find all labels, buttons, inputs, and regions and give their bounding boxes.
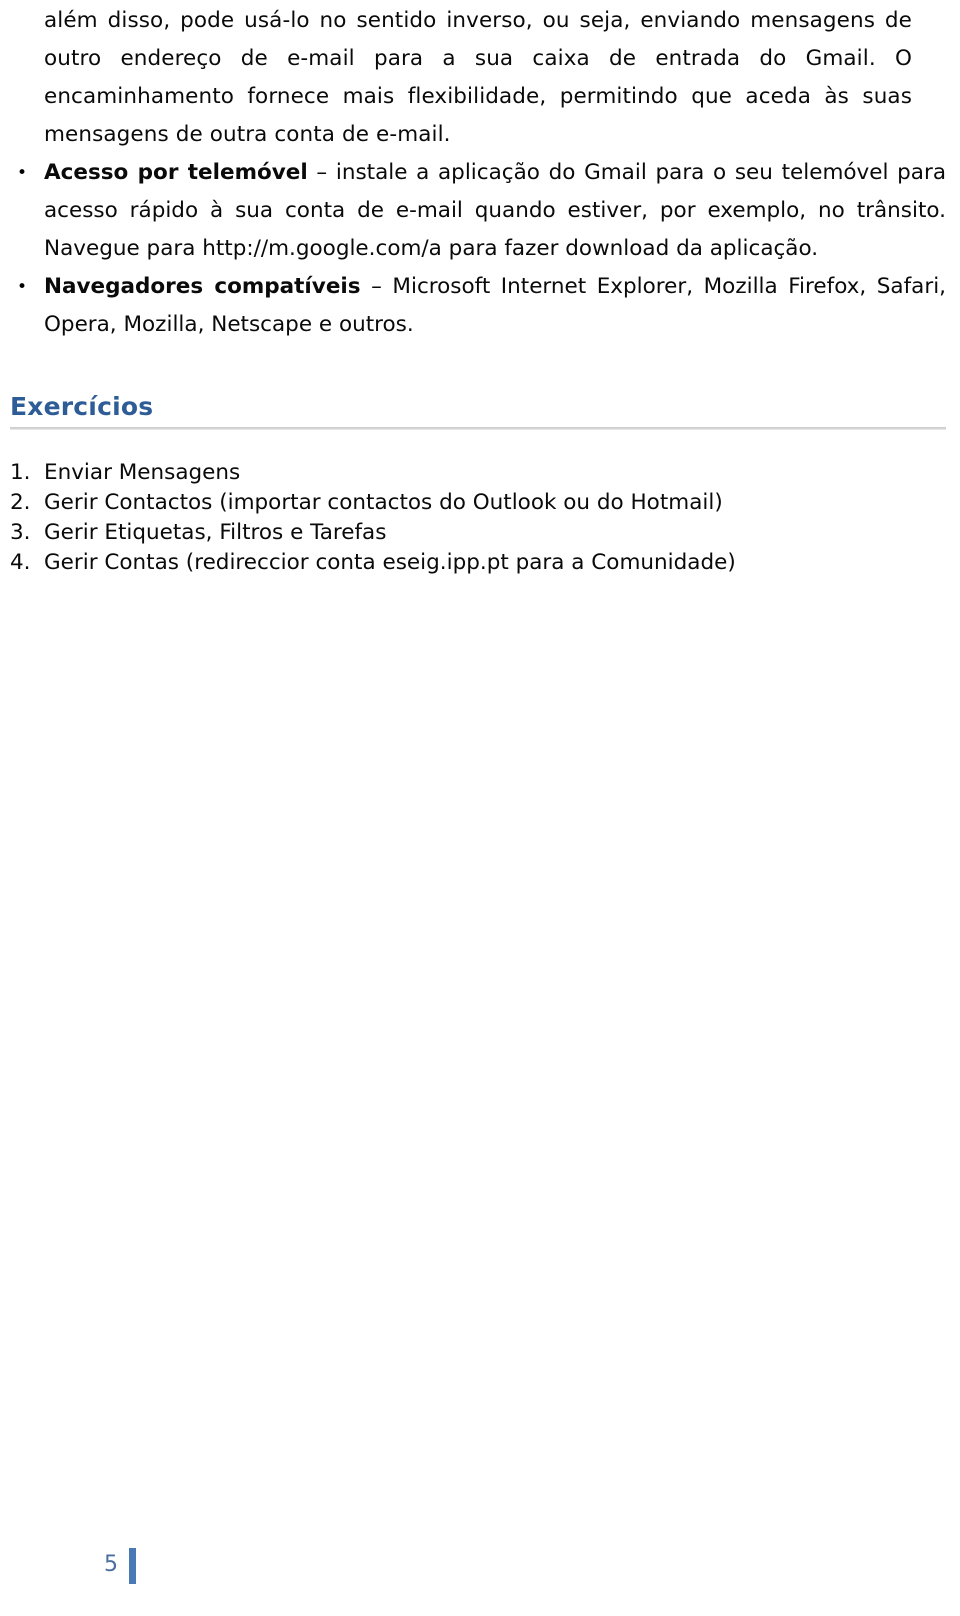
bullet-separator: – — [360, 274, 393, 299]
list-item: 3. Gerir Etiquetas, Filtros e Tarefas — [10, 518, 946, 548]
continuation-paragraph: além disso, pode usá-lo no sentido inver… — [44, 8, 912, 147]
list-item-marker: 2. — [10, 490, 31, 515]
list-item-label: Gerir Etiquetas, Filtros e Tarefas — [44, 520, 387, 545]
page-title: Exercícios — [10, 392, 154, 421]
bullet-lead-label: Acesso por telemóvel — [44, 160, 308, 185]
exercises-list-block: 1. Enviar Mensagens 2. Gerir Contactos (im… — [10, 458, 946, 578]
page-content: além disso, pode usá-lo no sentido inver… — [10, 0, 946, 344]
page-number: 5 — [104, 1552, 118, 1577]
bullet-separator: – — [307, 160, 336, 185]
list-item: 4. Gerir Contas (redireccior conta eseig.… — [10, 548, 946, 578]
feature-bullet-list: • Acesso por telemóvel – instale a aplica… — [10, 154, 946, 344]
footer-accent-bar — [129, 1548, 136, 1584]
list-item-marker: 3. — [10, 520, 31, 545]
list-item-label: Gerir Contactos (importar contactos do O… — [44, 490, 723, 515]
bullet-item-navegadores-compativeis: • Navegadores compatíveis – Microsoft Int… — [10, 268, 946, 344]
document-page: além disso, pode usá-lo no sentido inver… — [0, 0, 960, 1616]
heading-divider — [10, 427, 946, 430]
page-footer: 5 — [0, 1548, 960, 1592]
list-item: 1. Enviar Mensagens — [10, 458, 946, 488]
exercises-heading-block: Exercícios — [10, 392, 946, 430]
bullet-lead-label: Navegadores compatíveis — [44, 274, 361, 299]
exercises-list: 1. Enviar Mensagens 2. Gerir Contactos (im… — [10, 458, 946, 578]
bullet-item-acesso-por-telemovel: • Acesso por telemóvel – instale a aplica… — [10, 154, 946, 268]
list-item-label: Gerir Contas (redireccior conta eseig.ip… — [44, 550, 736, 575]
list-item-label: Enviar Mensagens — [44, 460, 241, 485]
list-item-marker: 1. — [10, 460, 31, 485]
list-item-marker: 4. — [10, 550, 31, 575]
list-item: 2. Gerir Contactos (importar contactos do… — [10, 488, 946, 518]
bullet-icon: • — [17, 163, 28, 183]
bullet-icon: • — [17, 277, 28, 297]
